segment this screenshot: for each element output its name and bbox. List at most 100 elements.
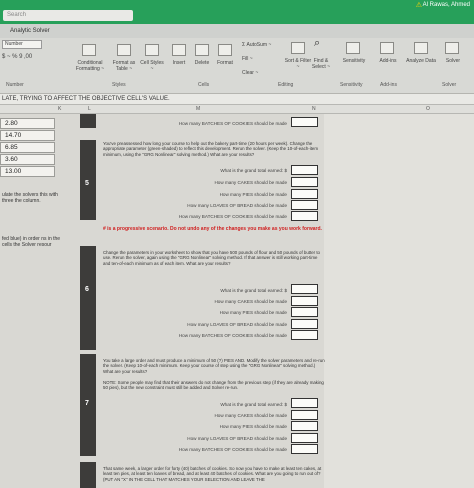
find-select-icon[interactable]: ⌕ [314, 38, 320, 49]
cell-styles-button[interactable]: Cell Styles ~ [139, 60, 165, 72]
worksheet-right-area [324, 114, 474, 488]
section6-instructions: Change the parameters in your worksheet … [103, 250, 320, 266]
number-format-symbols[interactable]: $ ~ % 9 ‚00 [2, 54, 32, 60]
addins-icon[interactable] [380, 42, 394, 54]
group-label-styles: Styles [112, 82, 126, 88]
answer-label: How many CAKES should be made [214, 413, 287, 418]
group-label-cells: Cells [198, 82, 210, 88]
answer-input[interactable] [291, 296, 318, 306]
insert-button[interactable]: Insert [168, 60, 190, 66]
clear-button[interactable]: Clear ~ [242, 70, 258, 76]
answer-input[interactable] [291, 189, 318, 199]
answer-label: What is the grand total earned: $ [220, 288, 287, 293]
value-cell[interactable]: 13.00 [0, 166, 55, 177]
tab-analytic-solver[interactable]: Analytic Solver [10, 28, 50, 34]
answer-input[interactable] [291, 307, 318, 317]
answer-label: How many LOAVES OF BREAD should be made [187, 436, 287, 441]
answer-label: How many LOAVES OF BREAD should be made [187, 203, 287, 208]
autosum-button[interactable]: Σ AutoSum ~ [242, 42, 271, 48]
group-label-editing: Editing [278, 82, 294, 88]
column-header-m[interactable]: M [196, 106, 200, 112]
cell-styles-icon[interactable] [145, 44, 159, 56]
ribbon-tabs: Analytic Solver [0, 24, 474, 38]
solver-icon[interactable] [445, 42, 459, 54]
left-note-2: fed blue) in order ns in the cells the S… [2, 236, 61, 248]
formula-bar-text: LATE, TRYING TO AFFECT THE OBJECTIVE CEL… [2, 96, 170, 102]
column-headers: K L M N O [0, 105, 474, 114]
number-format-dropdown[interactable]: Number [2, 40, 42, 49]
answer-input[interactable] [291, 398, 318, 408]
answer-label: How many PIES should be made [219, 192, 287, 197]
answer-label: How many PIES should be made [219, 424, 287, 429]
insert-icon[interactable] [172, 44, 186, 56]
progressive-scenario-warning: # is a progressive scenario. Do not undo… [103, 226, 322, 232]
step-number: 7 [85, 400, 89, 407]
section-strip [80, 114, 96, 128]
section-strip [80, 462, 96, 488]
answer-label: What is the grand total earned: $ [220, 402, 287, 407]
formula-bar[interactable]: LATE, TRYING TO AFFECT THE OBJECTIVE CEL… [0, 94, 474, 105]
find-select-button[interactable]: Find & Select ~ [308, 58, 334, 70]
answer-label: How many BATCHES OF COOKIES should be ma… [178, 214, 287, 219]
value-cell[interactable]: 2.80 [0, 118, 55, 129]
title-bar: Search ⚠ Al Rawas, Ahmed [0, 0, 474, 24]
answer-input[interactable] [291, 211, 318, 221]
group-label-number: Number [6, 82, 24, 88]
answer-input[interactable] [291, 433, 318, 443]
solver-button[interactable]: Solver [438, 58, 468, 64]
column-header-o[interactable]: O [426, 106, 430, 112]
answer-input[interactable] [291, 421, 318, 431]
conditional-formatting-button[interactable]: Conditional Formatting ~ [72, 60, 108, 72]
answer-input[interactable] [291, 117, 318, 127]
section5-instructions: You've preassessed how long your course … [103, 141, 319, 157]
answer-label: What is the grand total earned: $ [220, 168, 287, 173]
answer-label: How many LOAVES OF BREAD should be made [187, 322, 287, 327]
answer-input[interactable] [291, 330, 318, 340]
ribbon: Number $ ~ % 9 ‚00 Conditional Formattin… [0, 38, 474, 94]
value-cell[interactable]: 6.85 [0, 142, 55, 153]
answer-input[interactable] [291, 165, 318, 175]
answer-input[interactable] [291, 444, 318, 454]
user-name[interactable]: Al Rawas, Ahmed [423, 2, 470, 8]
section4-top-label: How many BATCHES OF COOKIES should be ma… [178, 121, 287, 126]
answer-input[interactable] [291, 200, 318, 210]
group-label-addins: Add-ins [380, 82, 397, 88]
answer-label: How many BATCHES OF COOKIES should be ma… [178, 333, 287, 338]
addins-button[interactable]: Add-ins [373, 58, 403, 64]
delete-icon[interactable] [195, 44, 209, 56]
format-as-table-button[interactable]: Format as Table ~ [109, 60, 139, 72]
warning-icon[interactable]: ⚠ [416, 1, 422, 9]
fill-button[interactable]: Fill ~ [242, 56, 253, 62]
sensitivity-icon[interactable] [346, 42, 360, 54]
section8-instructions: That same week, a larger order for forty… [103, 466, 322, 482]
section7-instructions: You take a large order and must produce … [103, 358, 325, 374]
column-header-l[interactable]: L [88, 106, 91, 112]
format-as-table-icon[interactable] [117, 44, 131, 56]
group-label-solver: Solver [442, 82, 457, 88]
column-header-k[interactable]: K [58, 106, 61, 112]
sensitivity-button[interactable]: Sensitivity [336, 58, 372, 64]
answer-input[interactable] [291, 319, 318, 329]
answer-label: How many PIES should be made [219, 310, 287, 315]
answer-label: How many CAKES should be made [214, 180, 287, 185]
analyze-data-icon[interactable] [414, 42, 428, 54]
section7-note: NOTE: Some people may find that their an… [103, 380, 324, 391]
group-label-sensitivity: Sensitivity [340, 82, 363, 88]
sort-filter-icon[interactable] [291, 42, 305, 54]
answer-input[interactable] [291, 284, 318, 294]
format-icon[interactable] [218, 44, 232, 56]
conditional-formatting-icon[interactable] [82, 44, 96, 56]
step-number: 5 [85, 180, 89, 187]
answer-label: How many CAKES should be made [214, 299, 287, 304]
answer-label: How many BATCHES OF COOKIES should be ma… [178, 447, 287, 452]
format-button[interactable]: Format [213, 60, 237, 66]
value-cell[interactable]: 3.60 [0, 154, 55, 165]
answer-input[interactable] [291, 177, 318, 187]
answer-input[interactable] [291, 410, 318, 420]
delete-button[interactable]: Delete [190, 60, 214, 66]
value-cell[interactable]: 14.70 [0, 130, 55, 141]
search-input[interactable]: Search [3, 10, 133, 21]
column-header-n[interactable]: N [312, 106, 316, 112]
section-strip [80, 246, 96, 350]
analyze-data-button[interactable]: Analyze Data [405, 58, 437, 64]
